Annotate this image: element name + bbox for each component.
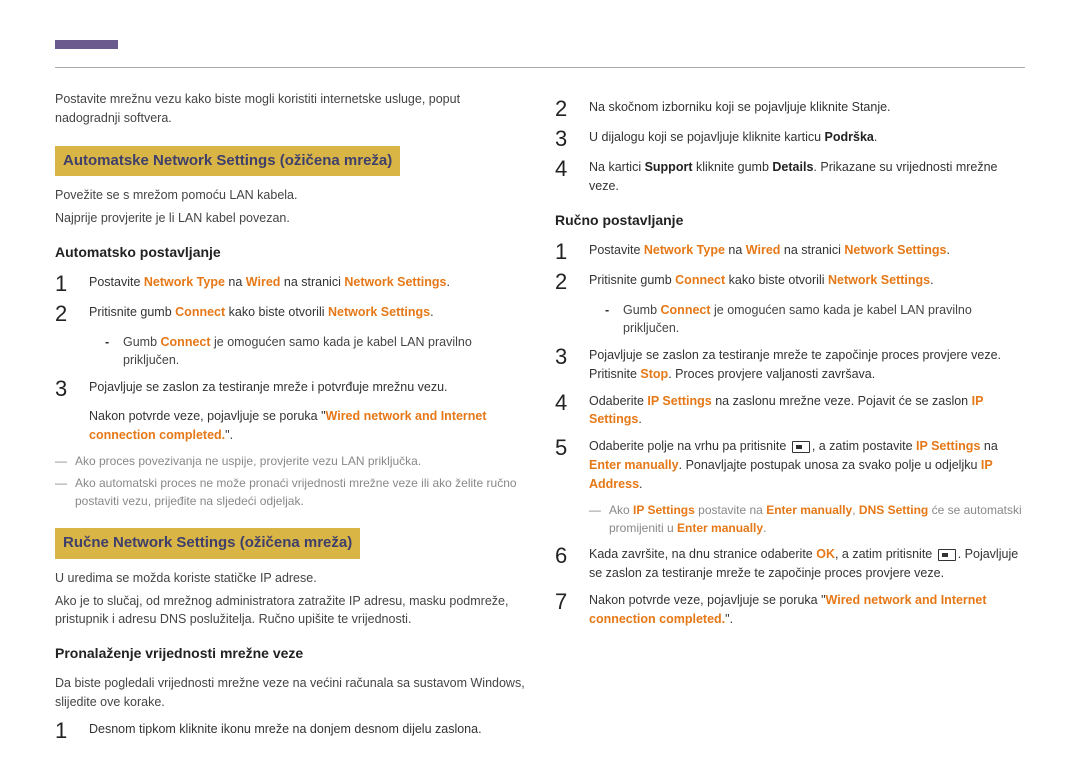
find-step-4: 4 Na kartici Support kliknite gumb Detai… xyxy=(555,158,1025,196)
intro-text: Postavite mrežnu vezu kako biste mogli k… xyxy=(55,90,525,128)
auto-setup-subhead: Automatsko postavljanje xyxy=(55,242,525,263)
sec1-p1: Povežite se s mrežom pomoću LAN kabela. xyxy=(55,186,525,205)
sec1-p2: Najprije provjerite je li LAN kabel pove… xyxy=(55,209,525,228)
enter-icon xyxy=(792,441,810,453)
step-number: 2 xyxy=(555,98,575,120)
enter-icon xyxy=(938,549,956,561)
step-text: Na kartici Support kliknite gumb Details… xyxy=(589,158,1025,196)
step-number: 1 xyxy=(555,241,575,263)
manual-step-6: 6 Kada završite, na dnu stranice odaberi… xyxy=(555,545,1025,583)
step-number: 2 xyxy=(555,271,575,293)
step-number: 1 xyxy=(55,273,75,295)
sec2-p1: U uredima se možda koriste statičke IP a… xyxy=(55,569,525,588)
step-text: Na skočnom izborniku koji se pojavljuje … xyxy=(589,98,1025,117)
find-step-3: 3 U dijalogu koji se pojavljuje kliknite… xyxy=(555,128,1025,150)
auto-note-1: ―Ako proces povezivanja ne uspije, provj… xyxy=(55,452,525,470)
step-number: 3 xyxy=(55,378,75,400)
step-number: 1 xyxy=(55,720,75,742)
left-column: Postavite mrežnu vezu kako biste mogli k… xyxy=(55,90,525,750)
step-text: Postavite Network Type na Wired na stran… xyxy=(589,241,1025,260)
auto-step-1: 1 Postavite Network Type na Wired na str… xyxy=(55,273,525,295)
step-number: 4 xyxy=(555,158,575,180)
step-text: Postavite Network Type na Wired na stran… xyxy=(89,273,525,292)
manual-step-3: 3 Pojavljuje se zaslon za testiranje mre… xyxy=(555,346,1025,384)
manual-step-7: 7 Nakon potvrde veze, pojavljuje se poru… xyxy=(555,591,1025,629)
manual-step-1: 1 Postavite Network Type na Wired na str… xyxy=(555,241,1025,263)
step-text: Nakon potvrde veze, pojavljuje se poruka… xyxy=(589,591,1025,629)
auto-step-2-note: - Gumb Connect je omogućen samo kada je … xyxy=(105,333,525,371)
content-columns: Postavite mrežnu vezu kako biste mogli k… xyxy=(55,90,1025,750)
manual-step-2: 2 Pritisnite gumb Connect kako biste otv… xyxy=(555,271,1025,293)
step-text: Pritisnite gumb Connect kako biste otvor… xyxy=(589,271,1025,290)
auto-settings-heading: Automatske Network Settings (ožičena mre… xyxy=(55,146,400,177)
find-step-1: 1 Desnom tipkom kliknite ikonu mreže na … xyxy=(55,720,525,742)
find-values-lead: Da biste pogledali vrijednosti mrežne ve… xyxy=(55,674,525,712)
step-number: 4 xyxy=(555,392,575,414)
find-values-subhead: Pronalaženje vrijednosti mrežne veze xyxy=(55,643,525,664)
step-text: Kada završite, na dnu stranice odaberite… xyxy=(589,545,1025,583)
step-number: 6 xyxy=(555,545,575,567)
step-number: 3 xyxy=(555,128,575,150)
step-number: 2 xyxy=(55,303,75,325)
step-text: Pojavljuje se zaslon za testiranje mreže… xyxy=(89,378,525,444)
step-text: Pojavljuje se zaslon za testiranje mreže… xyxy=(589,346,1025,384)
manual-step-5: 5 Odaberite polje na vrhu pa pritisnite … xyxy=(555,437,1025,493)
auto-step-2: 2 Pritisnite gumb Connect kako biste otv… xyxy=(55,303,525,325)
step-text: Desnom tipkom kliknite ikonu mreže na do… xyxy=(89,720,525,739)
manual-step-2-note: - Gumb Connect je omogućen samo kada je … xyxy=(605,301,1025,339)
manual-setup-subhead: Ručno postavljanje xyxy=(555,210,1025,231)
step-text: Odaberite polje na vrhu pa pritisnite , … xyxy=(589,437,1025,493)
auto-step-3: 3 Pojavljuje se zaslon za testiranje mre… xyxy=(55,378,525,444)
header-divider xyxy=(55,67,1025,68)
step-number: 3 xyxy=(555,346,575,368)
step-number: 7 xyxy=(555,591,575,613)
auto-note-2: ―Ako automatski proces ne može pronaći v… xyxy=(55,474,525,510)
manual-step-4: 4 Odaberite IP Settings na zaslonu mrežn… xyxy=(555,392,1025,430)
manual-note: ― Ako IP Settings postavite na Enter man… xyxy=(589,501,1025,537)
manual-settings-heading: Ručne Network Settings (ožičena mreža) xyxy=(55,528,360,559)
step-text: Pritisnite gumb Connect kako biste otvor… xyxy=(89,303,525,322)
right-column: 2 Na skočnom izborniku koji se pojavljuj… xyxy=(555,90,1025,750)
header-accent xyxy=(55,40,118,49)
step-text: U dijalogu koji se pojavljuje kliknite k… xyxy=(589,128,1025,147)
find-step-2: 2 Na skočnom izborniku koji se pojavljuj… xyxy=(555,98,1025,120)
sec2-p2: Ako je to slučaj, od mrežnog administrat… xyxy=(55,592,525,630)
step-text: Odaberite IP Settings na zaslonu mrežne … xyxy=(589,392,1025,430)
step-number: 5 xyxy=(555,437,575,459)
